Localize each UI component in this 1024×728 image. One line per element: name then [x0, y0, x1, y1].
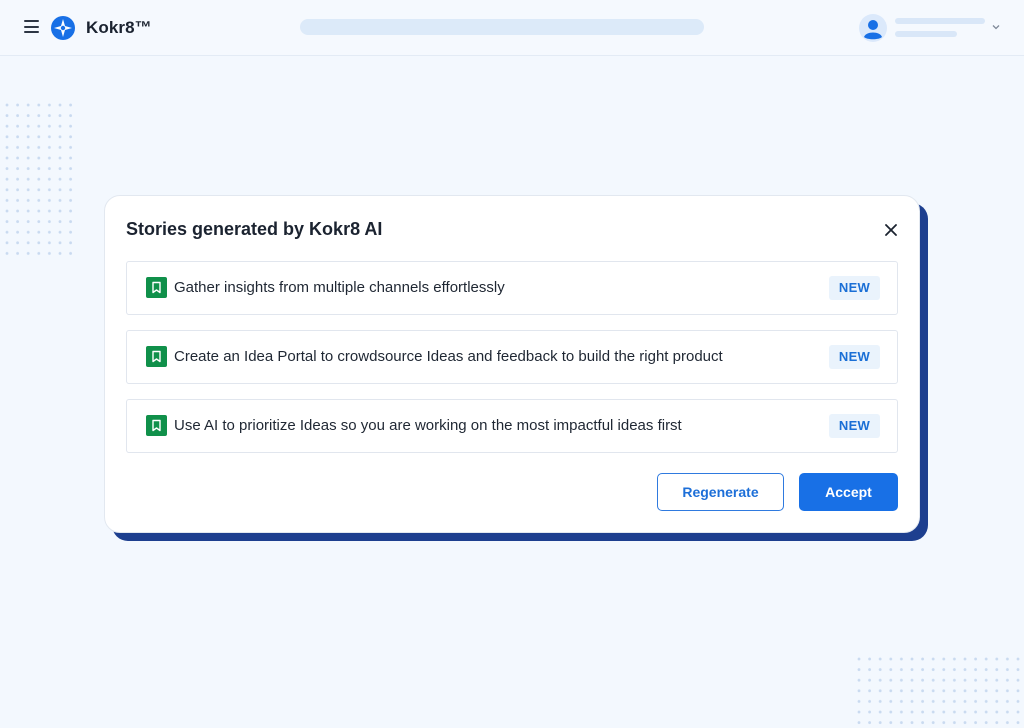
new-badge: NEW [829, 276, 880, 300]
decorative-dot-grid [4, 102, 74, 258]
compass-star-logo-icon[interactable] [51, 16, 75, 40]
bookmark-icon [146, 415, 167, 436]
story-item[interactable]: Gather insights from multiple channels e… [126, 261, 898, 315]
decorative-dot-grid [856, 656, 1024, 728]
user-name-placeholder [895, 18, 985, 24]
close-icon[interactable] [884, 223, 898, 237]
top-navigation-bar: Kokr8™ [0, 0, 1024, 56]
story-text: Gather insights from multiple channels e… [174, 279, 505, 296]
user-avatar-icon[interactable] [859, 14, 887, 42]
modal-title: Stories generated by Kokr8 AI [126, 219, 383, 239]
new-badge: NEW [829, 414, 880, 438]
hamburger-menu-icon[interactable] [24, 20, 39, 34]
new-badge: NEW [829, 345, 880, 369]
search-bar[interactable] [300, 19, 704, 35]
story-item[interactable]: Create an Idea Portal to crowdsource Ide… [126, 330, 898, 384]
chevron-down-icon[interactable] [991, 22, 1001, 32]
user-role-placeholder [895, 31, 957, 37]
stories-modal: Stories generated by Kokr8 AI Gather ins… [104, 195, 920, 533]
regenerate-button[interactable]: Regenerate [657, 473, 784, 511]
story-text: Create an Idea Portal to crowdsource Ide… [174, 348, 723, 365]
story-item[interactable]: Use AI to prioritize Ideas so you are wo… [126, 399, 898, 453]
accept-button[interactable]: Accept [799, 473, 898, 511]
story-text: Use AI to prioritize Ideas so you are wo… [174, 417, 682, 434]
app-title: Kokr8™ [86, 18, 152, 37]
bookmark-icon [146, 346, 167, 367]
bookmark-icon [146, 277, 167, 298]
